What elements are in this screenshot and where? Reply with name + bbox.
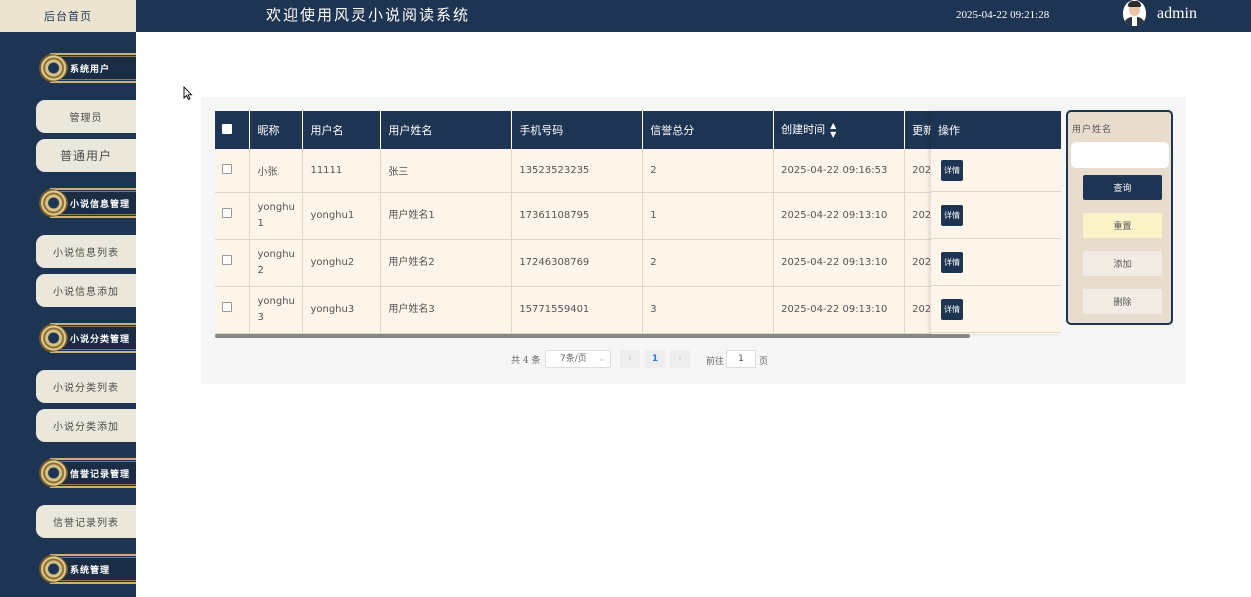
row-checkbox[interactable] <box>222 207 232 218</box>
delete-button[interactable]: 删除 <box>1083 289 1162 314</box>
cell-phone: 15771559401 <box>511 286 644 334</box>
sidebar-group-system-management[interactable]: 系统管理 <box>32 553 136 585</box>
cell-phone: 13523523235 <box>511 149 644 193</box>
cell-phone: 17361108795 <box>511 192 644 240</box>
row-checkbox[interactable] <box>222 301 232 312</box>
row-checkbox-cell[interactable] <box>215 149 251 193</box>
row-checkbox[interactable] <box>222 254 232 265</box>
sidebar-group-label: 信誉记录管理 <box>70 469 131 480</box>
cell-nickname: yonghu2 <box>249 239 304 287</box>
current-datetime: 2025-04-22 09:21:28 <box>956 9 1050 21</box>
detail-button[interactable]: 详情 <box>941 204 963 226</box>
detail-button[interactable]: 详情 <box>941 298 963 320</box>
pagination-total: 共 4 条 <box>511 356 541 366</box>
cell-score: 2 <box>642 239 775 287</box>
cell-created: 2025-04-22 09:13:10 <box>773 239 906 287</box>
detail-button[interactable]: 详情 <box>941 159 963 181</box>
col-header-realname: 用户姓名 <box>380 111 513 149</box>
col-header-phone: 手机号码 <box>511 111 644 149</box>
top-bar <box>0 0 1251 32</box>
reset-button[interactable]: 重置 <box>1083 213 1162 238</box>
sidebar-group-novel-info[interactable]: 小说信息管理 <box>32 187 136 219</box>
row-checkbox-cell[interactable] <box>215 239 251 287</box>
home-tab[interactable]: 后台首页 <box>0 0 136 32</box>
sort-icon[interactable]: ▲ ▼ <box>830 121 836 139</box>
cell-nickname: yonghu3 <box>249 286 304 334</box>
sidebar-item-regular-users[interactable]: 普通用户 <box>36 139 136 172</box>
col-header-username: 用户名 <box>302 111 382 149</box>
page-number-current[interactable]: 1 <box>645 350 665 368</box>
sidebar-item-credit-list[interactable]: 信誉记录列表 <box>36 505 136 538</box>
page-size-value: 7条/页 <box>560 354 587 364</box>
cell-realname: 张三 <box>380 149 513 193</box>
mouse-cursor-icon <box>183 86 193 100</box>
page-size-select[interactable]: 7条/页 ⌄ <box>545 350 611 368</box>
cell-score: 1 <box>642 192 775 240</box>
cell-score: 3 <box>642 286 775 334</box>
cell-username: yonghu1 <box>302 192 382 240</box>
row-checkbox-cell[interactable] <box>215 192 251 240</box>
cell-username: yonghu3 <box>302 286 382 334</box>
next-page-button[interactable]: › <box>670 350 690 368</box>
sidebar-item-category-list[interactable]: 小说分类列表 <box>36 370 136 403</box>
col-header-score: 信誉总分 <box>642 111 775 149</box>
username-label[interactable]: admin <box>1157 5 1197 23</box>
action-cell: 详情 <box>931 239 1061 286</box>
query-button[interactable]: 查询 <box>1083 175 1162 200</box>
chevron-down-icon: ⌄ <box>598 354 605 363</box>
goto-label: 前往 <box>706 357 725 367</box>
cell-phone: 17246308769 <box>511 239 644 287</box>
col-header-created[interactable]: 创建时间 ▲ ▼ <box>773 111 906 149</box>
chevron-left-icon: ‹ <box>628 354 632 364</box>
search-panel: 用户姓名 查询 重置 添加 删除 <box>1066 110 1173 325</box>
detail-button[interactable]: 详情 <box>941 251 963 273</box>
sidebar: 系统用户 管理员 普通用户 小说信息管理 小说信息列表 小说信息添加 小说分类管… <box>0 32 136 597</box>
cell-realname: 用户姓名3 <box>380 286 513 334</box>
cell-realname: 用户姓名2 <box>380 239 513 287</box>
action-cell: 详情 <box>931 286 1061 333</box>
cell-username: yonghu2 <box>302 239 382 287</box>
cell-realname: 用户姓名1 <box>380 192 513 240</box>
chevron-right-icon: › <box>678 354 682 364</box>
site-title: 欢迎使用风灵小说阅读系统 <box>266 6 471 24</box>
sidebar-item-novel-add[interactable]: 小说信息添加 <box>36 274 136 307</box>
sidebar-group-credit-records[interactable]: 信誉记录管理 <box>32 457 136 489</box>
cell-username: 11111 <box>302 149 382 193</box>
sidebar-item-novel-list[interactable]: 小说信息列表 <box>36 235 136 268</box>
cell-created: 2025-04-22 09:13:10 <box>773 286 906 334</box>
search-realname-input[interactable] <box>1071 142 1169 168</box>
row-checkbox[interactable] <box>222 163 232 174</box>
user-avatar-icon[interactable] <box>1123 0 1146 26</box>
page-suffix-label: 页 <box>759 357 769 367</box>
cell-score: 2 <box>642 149 775 193</box>
search-realname-label: 用户姓名 <box>1072 125 1113 135</box>
col-header-nickname: 昵称 <box>249 111 304 149</box>
sidebar-group-system-users[interactable]: 系统用户 <box>32 52 136 84</box>
prev-page-button[interactable]: ‹ <box>620 350 640 368</box>
action-cell: 详情 <box>931 149 1061 192</box>
horizontal-scrollbar[interactable] <box>215 334 970 338</box>
goto-page-input[interactable]: 1 <box>726 350 756 368</box>
sidebar-item-category-add[interactable]: 小说分类添加 <box>36 409 136 442</box>
sidebar-group-label: 小说信息管理 <box>70 199 131 210</box>
sidebar-group-label: 系统管理 <box>70 565 111 576</box>
sidebar-group-label: 小说分类管理 <box>70 334 131 345</box>
sidebar-item-admins[interactable]: 管理员 <box>36 100 136 133</box>
cell-created: 2025-04-22 09:16:53 <box>773 149 906 193</box>
row-checkbox-cell[interactable] <box>215 286 251 334</box>
cell-nickname: 小张 <box>249 149 304 193</box>
sidebar-group-novel-category[interactable]: 小说分类管理 <box>32 322 136 354</box>
cell-created: 2025-04-22 09:13:10 <box>773 192 906 240</box>
actions-column: 操作 详情 详情 详情 详情 <box>931 111 1061 334</box>
sidebar-group-label: 系统用户 <box>70 64 111 75</box>
select-all-cell[interactable] <box>215 111 251 149</box>
action-cell: 详情 <box>931 192 1061 239</box>
col-header-created-label: 创建时间 <box>781 123 826 136</box>
cell-nickname: yonghu1 <box>249 192 304 240</box>
add-button[interactable]: 添加 <box>1083 251 1162 276</box>
select-all-checkbox[interactable] <box>222 123 232 134</box>
col-header-actions: 操作 <box>931 111 1061 149</box>
